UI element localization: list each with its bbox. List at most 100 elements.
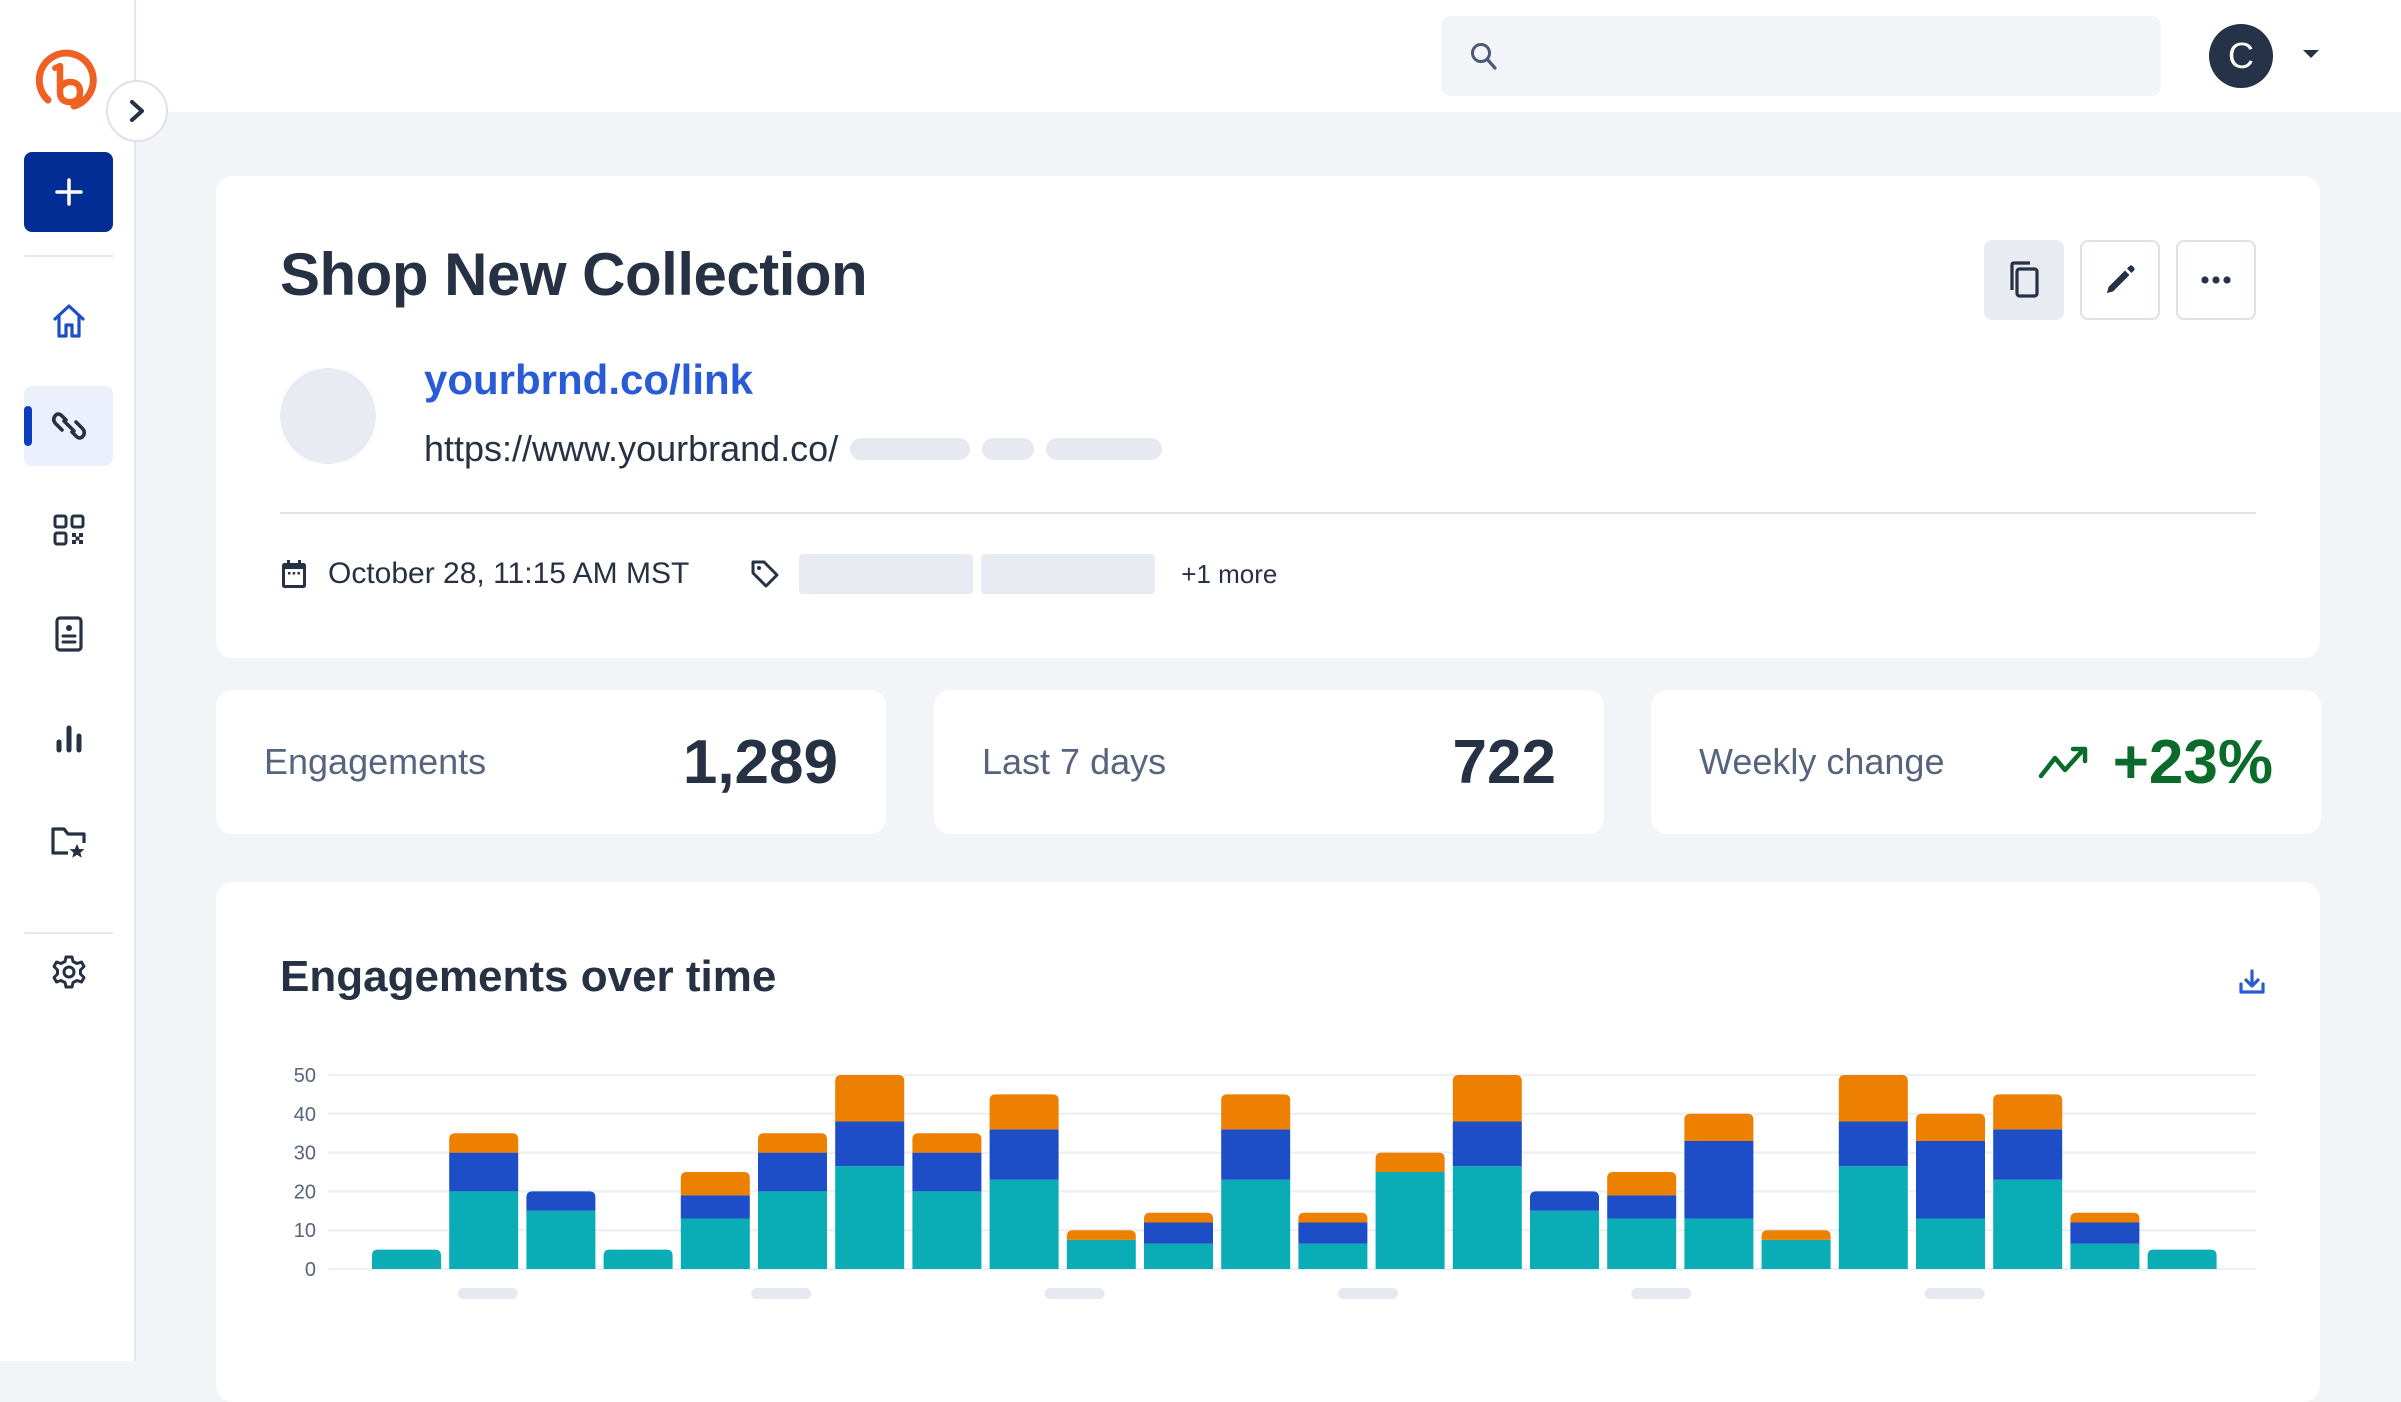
x-tick-label-placeholder: [751, 1288, 812, 1299]
search-icon: [1471, 43, 1497, 70]
redacted-placeholder: [982, 438, 1035, 460]
bar-segment-series-blue[interactable]: [989, 1129, 1059, 1180]
bar-segment-series-orange[interactable]: [2070, 1212, 2140, 1223]
sidebar-item-pages[interactable]: [24, 594, 113, 674]
search-input[interactable]: [1515, 16, 2161, 96]
bar-segment-series-blue[interactable]: [1838, 1121, 1908, 1167]
bar-segment-series-blue[interactable]: [2070, 1222, 2140, 1244]
page-icon: [54, 616, 83, 652]
x-tick-label-placeholder: [1924, 1288, 1985, 1299]
bar-segment-series-teal[interactable]: [1607, 1218, 1677, 1269]
y-tick-label: 20: [294, 1181, 316, 1203]
bar-segment-series-teal[interactable]: [2070, 1243, 2140, 1269]
bar-segment-series-blue[interactable]: [680, 1195, 750, 1219]
bar-segment-series-blue[interactable]: [1607, 1195, 1677, 1219]
bar-segment-series-teal[interactable]: [1838, 1166, 1908, 1269]
bar-segment-series-blue[interactable]: [1530, 1191, 1599, 1211]
bar-segment-series-teal[interactable]: [1993, 1179, 2063, 1269]
link-details-card: Shop New Collection yourbrnd.co/link htt…: [216, 176, 2320, 658]
tag-icon: [751, 560, 779, 588]
bar-segment-series-teal[interactable]: [1761, 1239, 1831, 1269]
bar-segment-series-teal[interactable]: [1221, 1179, 1291, 1269]
bar-segment-series-teal[interactable]: [1066, 1239, 1136, 1269]
bar-segment-series-orange[interactable]: [758, 1133, 827, 1153]
bar-segment-series-blue[interactable]: [912, 1152, 982, 1192]
bar-segment-series-blue[interactable]: [1916, 1140, 1985, 1219]
bar-segment-series-blue[interactable]: [449, 1152, 519, 1192]
bar-segment-series-blue[interactable]: [1993, 1129, 2063, 1180]
copy-button[interactable]: [1984, 240, 2064, 320]
trending-up-icon: [2038, 746, 2087, 779]
sidebar-item-links[interactable]: [24, 386, 113, 466]
bar-segment-series-orange[interactable]: [1375, 1152, 1445, 1172]
tag-placeholder[interactable]: [981, 554, 1156, 594]
bar-segment-series-blue[interactable]: [835, 1121, 905, 1167]
create-new-button[interactable]: [24, 152, 113, 232]
bar-segment-series-teal[interactable]: [1916, 1218, 1985, 1269]
bar-segment-series-teal[interactable]: [989, 1179, 1059, 1269]
search-bar[interactable]: [1441, 16, 2161, 96]
bar-segment-series-teal[interactable]: [372, 1249, 441, 1269]
bar-segment-series-teal[interactable]: [1298, 1243, 1368, 1269]
divider: [280, 512, 2256, 514]
sidebar-item-settings[interactable]: [24, 932, 113, 1012]
bar-segment-series-blue[interactable]: [526, 1191, 596, 1211]
sidebar-item-home[interactable]: [24, 281, 113, 361]
more-options-button[interactable]: [2176, 240, 2256, 320]
bar-segment-series-orange[interactable]: [835, 1075, 905, 1122]
bar-segment-series-orange[interactable]: [1916, 1113, 1985, 1141]
bar-segment-series-teal[interactable]: [1530, 1210, 1599, 1269]
bar-segment-series-orange[interactable]: [1452, 1075, 1522, 1122]
bar-segment-series-teal[interactable]: [1452, 1166, 1522, 1269]
bar-segment-series-teal[interactable]: [680, 1218, 750, 1269]
bar-segment-series-blue[interactable]: [1452, 1121, 1522, 1167]
tag-placeholder[interactable]: [799, 554, 974, 594]
bar-segment-series-teal[interactable]: [835, 1166, 905, 1269]
bar-segment-series-orange[interactable]: [1066, 1230, 1136, 1240]
more-tags-link[interactable]: +1 more: [1181, 559, 1277, 590]
stat-value: 1,289: [682, 727, 838, 797]
destination-url-text: https://www.yourbrand.co/: [424, 428, 839, 469]
bar-segment-series-teal[interactable]: [449, 1191, 519, 1269]
bar-segment-series-blue[interactable]: [758, 1152, 827, 1192]
bar-segment-series-orange[interactable]: [1144, 1212, 1213, 1223]
created-date: October 28, 11:15 AM MST: [328, 557, 690, 590]
bar-segment-series-orange[interactable]: [449, 1133, 519, 1153]
bar-segment-series-orange[interactable]: [989, 1094, 1059, 1130]
plus-icon: [54, 178, 83, 206]
bitly-logo[interactable]: [34, 46, 100, 112]
account-menu-caret-icon[interactable]: [2303, 50, 2319, 58]
bar-segment-series-orange[interactable]: [1684, 1113, 1754, 1141]
bar-segment-series-blue[interactable]: [1684, 1140, 1754, 1219]
link-favicon: [280, 368, 376, 464]
bar-segment-series-teal[interactable]: [603, 1249, 673, 1269]
short-link[interactable]: yourbrnd.co/link: [424, 356, 753, 404]
bar-segment-series-orange[interactable]: [680, 1172, 750, 1196]
more-horizontal-icon: [2201, 276, 2231, 284]
bar-segment-series-orange[interactable]: [1838, 1075, 1908, 1122]
stat-card-last-7-days: Last 7 days 722: [934, 690, 1604, 834]
bar-segment-series-orange[interactable]: [912, 1133, 982, 1153]
sidebar-item-analytics[interactable]: [24, 698, 113, 778]
sidebar-collapse-toggle[interactable]: [106, 80, 168, 142]
bar-segment-series-teal[interactable]: [1375, 1172, 1445, 1269]
sidebar-item-qr-codes[interactable]: [24, 490, 113, 570]
sidebar-item-campaigns[interactable]: [24, 802, 113, 882]
bar-segment-series-orange[interactable]: [1607, 1172, 1677, 1196]
bar-segment-series-teal[interactable]: [1144, 1243, 1213, 1269]
bar-segment-series-teal[interactable]: [1684, 1218, 1754, 1269]
bar-segment-series-teal[interactable]: [758, 1191, 827, 1269]
bar-segment-series-orange[interactable]: [1298, 1212, 1368, 1223]
bar-segment-series-teal[interactable]: [2147, 1249, 2217, 1269]
bar-segment-series-blue[interactable]: [1221, 1129, 1291, 1180]
bar-segment-series-teal[interactable]: [526, 1210, 596, 1269]
y-tick-label: 50: [294, 1065, 316, 1087]
bar-segment-series-orange[interactable]: [1993, 1094, 2063, 1130]
bar-segment-series-blue[interactable]: [1298, 1222, 1368, 1244]
bar-segment-series-orange[interactable]: [1221, 1094, 1291, 1130]
bar-segment-series-blue[interactable]: [1144, 1222, 1213, 1244]
user-avatar[interactable]: C: [2209, 24, 2273, 88]
bar-segment-series-orange[interactable]: [1761, 1230, 1831, 1240]
bar-segment-series-teal[interactable]: [912, 1191, 982, 1269]
edit-button[interactable]: [2080, 240, 2160, 320]
